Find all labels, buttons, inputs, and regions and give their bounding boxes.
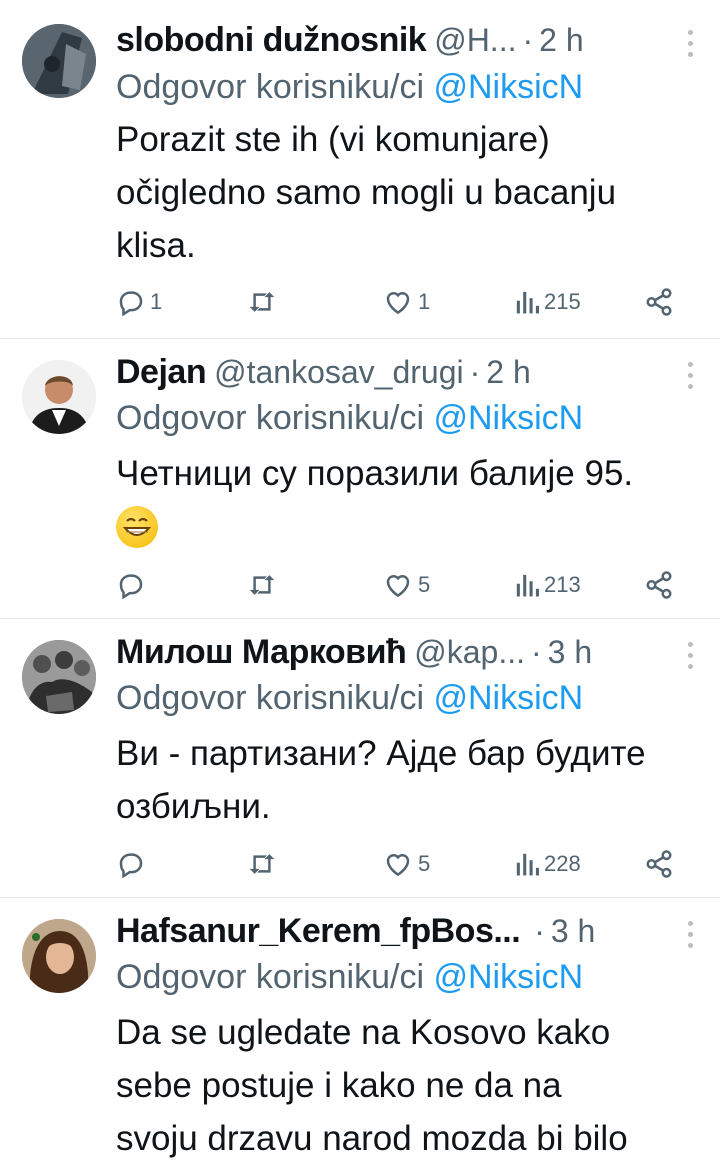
tweet-text-line: Porazit ste ih (vi komunjare)	[116, 120, 550, 159]
reply-context: Odgovor korisniku/ci @NiksicN	[116, 679, 583, 718]
reply-prefix: Odgovor korisniku/ci	[116, 68, 425, 106]
avatar[interactable]	[22, 919, 96, 993]
reply-context: Odgovor korisniku/ci @NiksicN	[116, 68, 583, 107]
separator-dot: ·	[469, 353, 481, 390]
reply-context: Odgovor korisniku/ci @NiksicN	[116, 399, 583, 438]
view-count: 215	[544, 289, 581, 314]
timestamp[interactable]: 2 h	[539, 22, 583, 59]
like-count: 5	[418, 851, 431, 876]
more-icon[interactable]	[686, 921, 694, 948]
tweet-text: Porazit ste ih (vi komunjare) očigledno …	[116, 113, 696, 272]
author-handle[interactable]: @H...	[434, 22, 516, 59]
more-icon[interactable]	[686, 30, 694, 57]
tweet-text: Ви - партизани? Ајде бар будите озбиљни.	[116, 727, 696, 833]
view-count: 213	[544, 572, 581, 597]
avatar[interactable]	[22, 640, 96, 714]
avatar[interactable]	[22, 24, 96, 98]
reply-context: Odgovor korisniku/ci @NiksicN	[116, 958, 583, 997]
tweet-text-line: Четници су поразили балије 95.	[116, 454, 634, 493]
retweet-button[interactable]	[246, 844, 282, 884]
tweet[interactable]: Hafsanur_Kerem_fpBos... · 3 h Odgovor ko…	[0, 898, 720, 1164]
author-name[interactable]: Dejan	[116, 353, 207, 392]
like-icon	[386, 854, 410, 877]
timestamp[interactable]: 3 h	[548, 634, 592, 671]
mention-link[interactable]: @NiksicN	[433, 679, 583, 717]
share-icon	[646, 288, 672, 316]
share-button[interactable]	[644, 282, 674, 322]
views-button[interactable]: 213	[514, 565, 581, 605]
views-button[interactable]: 215	[514, 282, 581, 322]
reply-button[interactable]	[116, 844, 150, 884]
action-bar: 1 1 215	[116, 282, 696, 322]
tweet[interactable]: Dejan @tankosav_drugi · 2 h Odgovor kori…	[0, 339, 720, 618]
like-button[interactable]: 1	[382, 282, 430, 322]
author-handle[interactable]: @tankosav_drugi	[214, 354, 464, 391]
reply-button[interactable]: 1	[116, 282, 162, 322]
tweet-text: Четници су поразили балије 95.	[116, 447, 696, 553]
action-bar: 5 213	[116, 565, 696, 605]
author-name[interactable]: Hafsanur_Kerem_fpBos...	[116, 912, 521, 951]
tweet-text-line: Da se ugledate na Kosovo kako	[116, 1013, 611, 1052]
reply-icon	[119, 853, 143, 879]
retweet-button[interactable]	[246, 282, 282, 322]
share-button[interactable]	[644, 844, 674, 884]
tweet-text-line: Ви - партизани? Ајде бар будите	[116, 734, 646, 773]
views-button[interactable]: 228	[514, 844, 581, 884]
separator-dot: ·	[522, 21, 534, 58]
timestamp[interactable]: 3 h	[551, 913, 595, 950]
reply-prefix: Odgovor korisniku/ci	[116, 399, 425, 437]
retweet-icon	[249, 854, 275, 874]
tweet-text-line: озбиљни.	[116, 787, 271, 826]
tweet[interactable]: slobodni dužnosnik @H... · 2 h Odgovor k…	[0, 0, 720, 338]
share-button[interactable]	[644, 565, 674, 605]
retweet-button[interactable]	[246, 565, 282, 605]
share-icon	[646, 850, 672, 878]
tweet-text: Da se ugledate na Kosovo kako sebe postu…	[116, 1006, 696, 1165]
action-bar: 5 228	[116, 844, 696, 884]
views-icon	[516, 291, 539, 314]
mention-link[interactable]: @NiksicN	[433, 958, 583, 996]
tweet[interactable]: Милош Марковић @kap... · 3 h Odgovor kor…	[0, 619, 720, 897]
tweet-text-line: očigledno samo mogli u bacanju	[116, 173, 617, 212]
like-button[interactable]: 5	[382, 844, 430, 884]
separator-dot: ·	[534, 912, 545, 949]
more-icon[interactable]	[686, 362, 694, 389]
like-count: 5	[418, 572, 431, 597]
share-icon	[646, 571, 672, 599]
reply-icon	[119, 574, 143, 600]
views-icon	[516, 853, 539, 876]
tweet-feed: slobodni dužnosnik @H... · 2 h Odgovor k…	[0, 0, 720, 1164]
separator-dot: ·	[531, 633, 542, 670]
more-icon[interactable]	[686, 642, 694, 669]
views-icon	[516, 574, 539, 597]
avatar[interactable]	[22, 360, 96, 434]
reply-button[interactable]	[116, 565, 150, 605]
grinning-face-icon	[116, 505, 158, 548]
reply-prefix: Odgovor korisniku/ci	[116, 958, 425, 996]
author-name[interactable]: Милош Марковић	[116, 633, 407, 672]
tweet-text-line: klisa.	[116, 226, 196, 265]
reply-count: 1	[150, 289, 163, 314]
timestamp[interactable]: 2 h	[486, 354, 530, 391]
mention-link[interactable]: @NiksicN	[433, 68, 583, 106]
author-handle[interactable]: @kap...	[414, 634, 525, 671]
reply-icon	[119, 291, 143, 317]
view-count: 228	[544, 851, 581, 876]
like-icon	[386, 575, 410, 598]
tweet-text-line: svoju drzavu narod mozda bi bilo	[116, 1119, 628, 1158]
author-name[interactable]: slobodni dužnosnik	[116, 21, 427, 60]
like-icon	[386, 292, 410, 315]
like-count: 1	[418, 289, 431, 314]
reply-prefix: Odgovor korisniku/ci	[116, 679, 425, 717]
retweet-icon	[249, 292, 275, 312]
tweet-text-line: sebe postuje i kako ne da na	[116, 1066, 562, 1105]
like-button[interactable]: 5	[382, 565, 430, 605]
mention-link[interactable]: @NiksicN	[433, 399, 583, 437]
retweet-icon	[249, 575, 275, 595]
